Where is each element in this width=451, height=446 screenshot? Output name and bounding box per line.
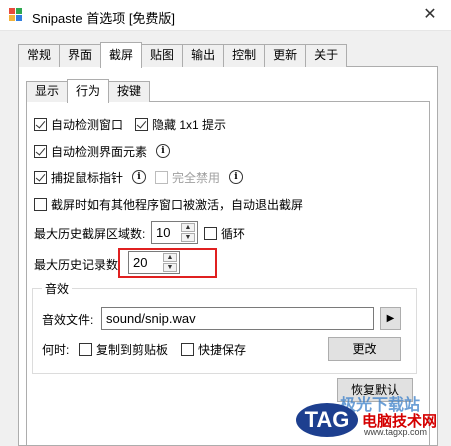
tab-about[interactable]: 关于 xyxy=(305,44,348,67)
auto-detect-elements-checkbox[interactable] xyxy=(34,144,47,158)
red-highlight-box xyxy=(118,248,217,278)
auto-detect-elements-label: 自动检测界面元素 xyxy=(51,144,148,159)
close-icon[interactable]: ✕ xyxy=(416,3,444,27)
subtab-keys[interactable]: 按键 xyxy=(108,81,151,102)
change-button[interactable]: 更改 xyxy=(328,337,401,361)
play-button[interactable]: ▶ xyxy=(380,307,401,330)
history-regions-label: 最大历史截屏区域数: xyxy=(34,226,146,241)
info-icon[interactable]: i xyxy=(156,144,170,158)
watermark-url: www.tagxp.com xyxy=(364,427,428,437)
copy-to-clipboard-checkbox[interactable] xyxy=(79,342,92,356)
subtab-display[interactable]: 显示 xyxy=(26,81,69,102)
title-bar: Snipaste 首选项 [免费版] ✕ xyxy=(0,0,451,31)
tab-general[interactable]: 常规 xyxy=(18,44,61,67)
loop-checkbox[interactable] xyxy=(204,226,217,240)
sub-tab-bar: 显示 行为 按键 xyxy=(26,79,151,103)
fully-disable-checkbox[interactable] xyxy=(155,170,168,184)
fully-disable-option[interactable]: 完全禁用 xyxy=(155,168,220,186)
capture-cursor-checkbox[interactable] xyxy=(34,170,47,184)
loop-option[interactable]: 循环 xyxy=(204,224,245,242)
auto-exit-option[interactable]: 截屏时如有其他程序窗口被激活，自动退出截屏 xyxy=(34,195,303,213)
copy-to-clipboard-option[interactable]: 复制到剪贴板 xyxy=(79,340,168,358)
play-icon: ▶ xyxy=(386,313,395,324)
watermark: 极光下载站 TAG 电脑技术网 www.tagxp.com xyxy=(280,393,451,441)
tab-control[interactable]: 控制 xyxy=(223,44,266,67)
hide-1x1-hint-checkbox[interactable] xyxy=(135,117,148,131)
copy-to-clipboard-label: 复制到剪贴板 xyxy=(96,342,169,357)
spin-down-icon[interactable]: ▼ xyxy=(181,233,195,242)
spin-up-icon[interactable]: ▲ xyxy=(181,223,195,232)
auto-exit-label: 截屏时如有其他程序窗口被激活，自动退出截屏 xyxy=(51,197,304,212)
history-records-label: 最大历史记录数 xyxy=(34,257,119,272)
sound-file-label: 音效文件: xyxy=(42,312,94,327)
tab-snip[interactable]: 截屏 xyxy=(100,42,143,68)
snipaste-app-icon xyxy=(9,8,23,22)
watermark-logo: TAG xyxy=(296,403,358,437)
sound-group-title: 音效 xyxy=(42,280,73,297)
auto-detect-elements-option[interactable]: 自动检测界面元素 xyxy=(34,142,147,160)
info-icon[interactable]: i xyxy=(132,170,146,184)
info-icon[interactable]: i xyxy=(229,170,243,184)
quick-save-checkbox[interactable] xyxy=(181,342,194,356)
auto-detect-window-checkbox[interactable] xyxy=(34,117,47,131)
sound-file-input[interactable]: sound/snip.wav xyxy=(101,307,374,330)
hide-1x1-hint-label: 隐藏 1x1 提示 xyxy=(152,117,227,132)
capture-cursor-label: 捕捉鼠标指针 xyxy=(51,170,124,185)
capture-cursor-info-wrap: i xyxy=(132,168,146,186)
main-tab-bar: 常规 界面 截屏 贴图 输出 控制 更新 关于 xyxy=(18,42,348,68)
history-regions-value: 10 xyxy=(156,225,171,240)
sound-file-value: sound/snip.wav xyxy=(106,311,196,326)
tab-update[interactable]: 更新 xyxy=(264,44,307,67)
tab-paste[interactable]: 贴图 xyxy=(141,44,184,67)
when-label: 何时: xyxy=(42,342,70,357)
subtab-behavior[interactable]: 行为 xyxy=(67,79,110,103)
auto-detect-window-option[interactable]: 自动检测窗口 xyxy=(34,115,123,133)
auto-detect-window-label: 自动检测窗口 xyxy=(51,117,124,132)
auto-exit-checkbox[interactable] xyxy=(34,197,47,211)
fully-disable-info-wrap: i xyxy=(229,168,243,186)
tab-output[interactable]: 输出 xyxy=(182,44,225,67)
quick-save-option[interactable]: 快捷保存 xyxy=(181,340,246,358)
tab-interface[interactable]: 界面 xyxy=(59,44,102,67)
history-regions-spinbox[interactable]: 10 ▲ ▼ xyxy=(151,221,198,244)
auto-detect-elements-info-wrap: i xyxy=(156,142,170,160)
window-title: Snipaste 首选项 [免费版] xyxy=(32,11,176,26)
loop-label: 循环 xyxy=(221,226,246,241)
quick-save-label: 快捷保存 xyxy=(198,342,247,357)
fully-disable-label: 完全禁用 xyxy=(172,170,221,185)
hide-1x1-hint-option[interactable]: 隐藏 1x1 提示 xyxy=(135,115,226,133)
capture-cursor-option[interactable]: 捕捉鼠标指针 xyxy=(34,168,123,186)
sound-group xyxy=(32,288,417,374)
